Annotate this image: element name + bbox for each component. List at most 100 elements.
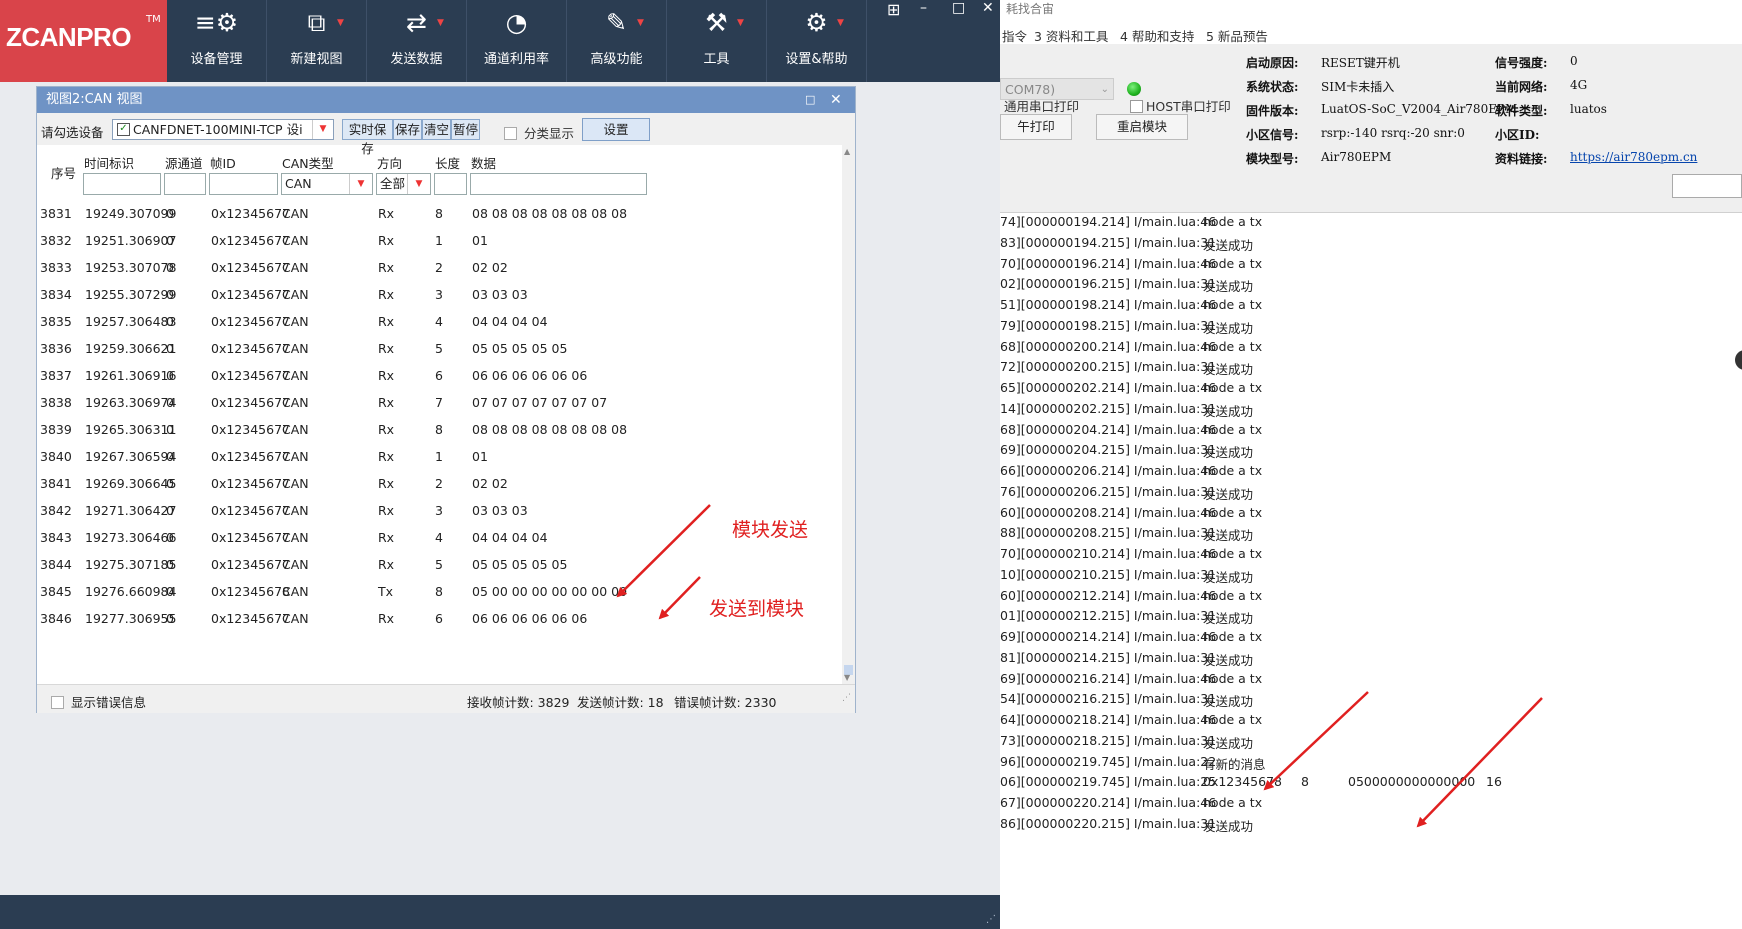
cell-can-type: CAN [282,476,309,491]
menu-new-products[interactable]: 5 新品预告 [1206,26,1268,45]
resize-grip-icon[interactable]: ⋰ [842,693,851,703]
table-row[interactable]: 3841 19269.306645 0 0x12345677 CAN Rx 2 02 02 [37,472,842,499]
dropdown-arrow-icon[interactable]: ▼ [349,174,372,194]
dropdown-arrow-icon[interactable]: ▼ [312,120,333,139]
cell-data: 06 06 06 06 06 06 [472,611,588,626]
settings-button[interactable]: 设置 [582,118,650,141]
dropdown-arrow-icon[interactable]: ▼ [637,18,644,28]
dropdown-arrow-icon[interactable]: ▼ [337,18,344,28]
col-header-can-type[interactable]: CAN类型 [282,153,334,172]
toolbar-tools-button[interactable]: ⚒ ▼ 工具 [667,0,767,82]
resize-grip-icon[interactable]: ⋰ [986,914,996,925]
table-row[interactable]: 3835 19257.306483 0 0x12345677 CAN Rx 4 04 04 0… [37,310,842,337]
dropdown-arrow-icon[interactable]: ▼ [407,174,430,194]
dropdown-arrow-icon[interactable]: ▼ [737,18,744,28]
col-header-data[interactable]: 数据 [471,153,496,172]
col-header-timestamp[interactable]: 时间标识 [84,153,134,172]
log-timestamp: 60][000000212.214] I/main.lua:46 [1000,587,1217,603]
filter-timestamp[interactable] [83,173,161,195]
com-port-select[interactable]: COM78) ⌄ [1000,78,1114,100]
scroll-up-icon[interactable]: ▲ [844,147,850,156]
log-timestamp: 69][000000216.214] I/main.lua:46 [1000,670,1217,686]
maximize-button[interactable]: □ [952,0,965,16]
cell-direction: Rx [378,611,395,626]
pause-button[interactable]: 暂停 [451,119,480,140]
table-row[interactable]: 3839 19265.306311 0 0x12345677 CAN Rx 8 08 08 0… [37,418,842,445]
table-row[interactable]: 3837 19261.306916 0 0x12345677 CAN Rx 6 06 06 0… [37,364,842,391]
log-message: node a tx [1203,629,1263,644]
module-info-panel: 通用串口打印 HOST串口打印 COM78) ⌄ 午打印 重启模块 启动原因: R… [1000,44,1742,213]
close-button[interactable]: ✕ [982,0,994,16]
can-view-titlebar[interactable]: 视图2:CAN 视图 □ ✕ [37,87,855,113]
log-timestamp: 68][000000204.214] I/main.lua:46 [1000,421,1217,437]
restart-module-button[interactable]: 重启模块 [1096,114,1188,140]
cell-channel: 0 [166,260,174,275]
table-row[interactable]: 3833 19253.307078 0 0x12345677 CAN Rx 2 02 02 [37,256,842,283]
col-header-frame-id[interactable]: 帧ID [210,153,236,172]
print-button[interactable]: 午打印 [1000,114,1072,140]
table-row[interactable]: 3844 19275.307185 0 0x12345677 CAN Rx 5 05 05 0… [37,553,842,580]
host-print-checkbox[interactable]: HOST串口打印 [1130,96,1231,115]
dropdown-arrow-icon[interactable]: ▼ [437,18,444,28]
table-row[interactable]: 3842 19271.306427 0 0x12345677 CAN Rx 3 03 03 0… [37,499,842,526]
table-row[interactable]: 3843 19273.306466 0 0x12345677 CAN Rx 4 04 04 0… [37,526,842,553]
col-header-direction[interactable]: 方向 [377,153,402,172]
cell-data: 08 08 08 08 08 08 08 08 [472,422,628,437]
cell-channel: 0 [166,206,174,221]
log-timestamp: 54][000000216.215] I/main.lua:31 [1000,691,1217,707]
toolbar-device-manager-button[interactable]: ≡⚙ 设备管理 [167,0,267,82]
clear-button[interactable]: 清空 [422,119,451,140]
table-scrollbar[interactable]: ▲ ▼ [842,145,855,684]
right-text-input[interactable] [1672,174,1742,198]
toolbar-settings-help-button[interactable]: ⚙ ▼ 设置&帮助 [767,0,867,82]
save-button[interactable]: 保存 [393,119,422,140]
table-row[interactable]: 3838 19263.306974 0 0x12345677 CAN Rx 7 07 07 0… [37,391,842,418]
minimize-button[interactable]: – [920,0,927,16]
filter-frame-id[interactable] [209,173,278,195]
toolbar-new-view-button[interactable]: ⧉ ▼ 新建视图 [267,0,367,82]
dropdown-arrow-icon[interactable]: ▼ [837,18,844,28]
module-model: 模块型号: Air780EPM [1246,150,1391,167]
cell-can-type: CAN [282,584,309,599]
menu-resources-tools[interactable]: 3 资料和工具 [1034,26,1108,45]
filter-channel[interactable] [164,173,206,195]
table-row[interactable]: 3831 19249.307099 0 0x12345677 CAN Rx 8 08 08 0… [37,202,842,229]
show-errors-checkbox[interactable]: 显示错误信息 [51,692,146,711]
cell-can-type: CAN [282,503,309,518]
col-header-channel[interactable]: 源通道 [165,153,203,172]
cell-channel: 0 [166,557,174,572]
cell-timestamp: 19255.307299 [85,287,177,302]
cell-seq: 3837 [40,368,72,383]
table-row[interactable]: 3832 19251.306907 0 0x12345677 CAN Rx 1 01 [37,229,842,256]
menu-commands[interactable]: 指令 [1002,26,1027,45]
logo-text: ZCANPRO [6,22,132,52]
device-select[interactable]: ✓ CANFDNET-100MINI-TCP 设i ▼ [112,119,334,140]
grid-layout-icon[interactable]: ⊞ [887,0,900,19]
doc-link-url[interactable]: https://air780epm.cn [1570,150,1697,164]
maximize-icon[interactable]: □ [805,87,815,113]
realtime-save-button[interactable]: 实时保存 [342,119,393,156]
toolbar-advanced-button[interactable]: ✎ ▼ 高级功能 [567,0,667,82]
filter-direction[interactable]: 全部 ▼ [376,173,431,195]
cell-seq: 3839 [40,422,72,437]
device-checkbox[interactable]: ✓ [117,123,130,136]
menu-help-support[interactable]: 4 帮助和支持 [1120,26,1194,45]
toolbar-channel-usage-button[interactable]: ◔ 通道利用率 [467,0,567,82]
toolbar-send-data-button[interactable]: ⇄ ▼ 发送数据 [367,0,467,82]
filter-can-type[interactable]: CAN ▼ [281,173,373,195]
table-row[interactable]: 3836 19259.306621 0 0x12345677 CAN Rx 5 05 05 0… [37,337,842,364]
scrollbar-handle[interactable] [1735,350,1742,370]
col-header-seq[interactable]: 序号 [51,163,76,182]
filter-length[interactable] [434,173,467,195]
filter-data[interactable] [470,173,647,195]
table-row[interactable]: 3840 19267.306594 0 0x12345677 CAN Rx 1 01 [37,445,842,472]
cell-seq: 3835 [40,314,72,329]
classify-display-checkbox[interactable]: 分类显示 [504,123,574,142]
device-value: CANFDNET-100MINI-TCP 设i [133,122,303,137]
table-row[interactable]: 3834 19255.307299 0 0x12345677 CAN Rx 3 03 03 0… [37,283,842,310]
scroll-down-icon[interactable]: ▼ [844,673,850,682]
col-header-length[interactable]: 长度 [435,153,460,172]
close-icon[interactable]: ✕ [830,87,842,113]
cell-seq: 3838 [40,395,72,410]
cell-channel: 0 [166,584,174,599]
